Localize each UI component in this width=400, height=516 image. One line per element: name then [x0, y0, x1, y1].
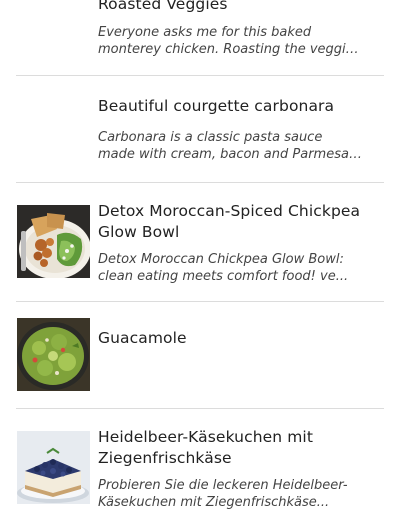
- list-divider: [16, 182, 384, 183]
- guacamole-image-icon: [17, 318, 90, 391]
- recipe-title: Guacamole: [98, 329, 187, 347]
- list-divider: [16, 301, 384, 302]
- recipe-title: Roasted Veggies: [98, 0, 228, 13]
- list-divider: [16, 75, 384, 76]
- recipe-description: Carbonara is a classic pasta sauce made …: [98, 130, 358, 162]
- recipe-title: Heidelbeer-Käsekuchen mit Ziegenfrischkä…: [98, 428, 314, 467]
- guacamole-photo: [17, 318, 90, 391]
- list-divider: [16, 408, 384, 409]
- chickpea-bowl-image-icon: [17, 205, 90, 278]
- recipe-title: Beautiful courgette carbonara: [98, 97, 335, 115]
- blueberry-cheesecake-photo: [17, 431, 90, 504]
- chickpea-bowl-photo: [17, 205, 90, 278]
- recipe-description: Everyone asks me for this baked monterey…: [98, 25, 361, 57]
- recipe-description: Probieren Sie die leckeren Heidelbeer-Kä…: [98, 478, 348, 510]
- blueberry-cheesecake-image-icon: [17, 431, 90, 504]
- recipe-description: Detox Moroccan Chickpea Glow Bowl: clean…: [98, 252, 349, 284]
- recipe-list: Roasted Veggies Everyone asks me for thi…: [0, 0, 400, 516]
- recipe-title: Detox Moroccan-Spiced Chickpea Glow Bowl: [98, 202, 361, 241]
